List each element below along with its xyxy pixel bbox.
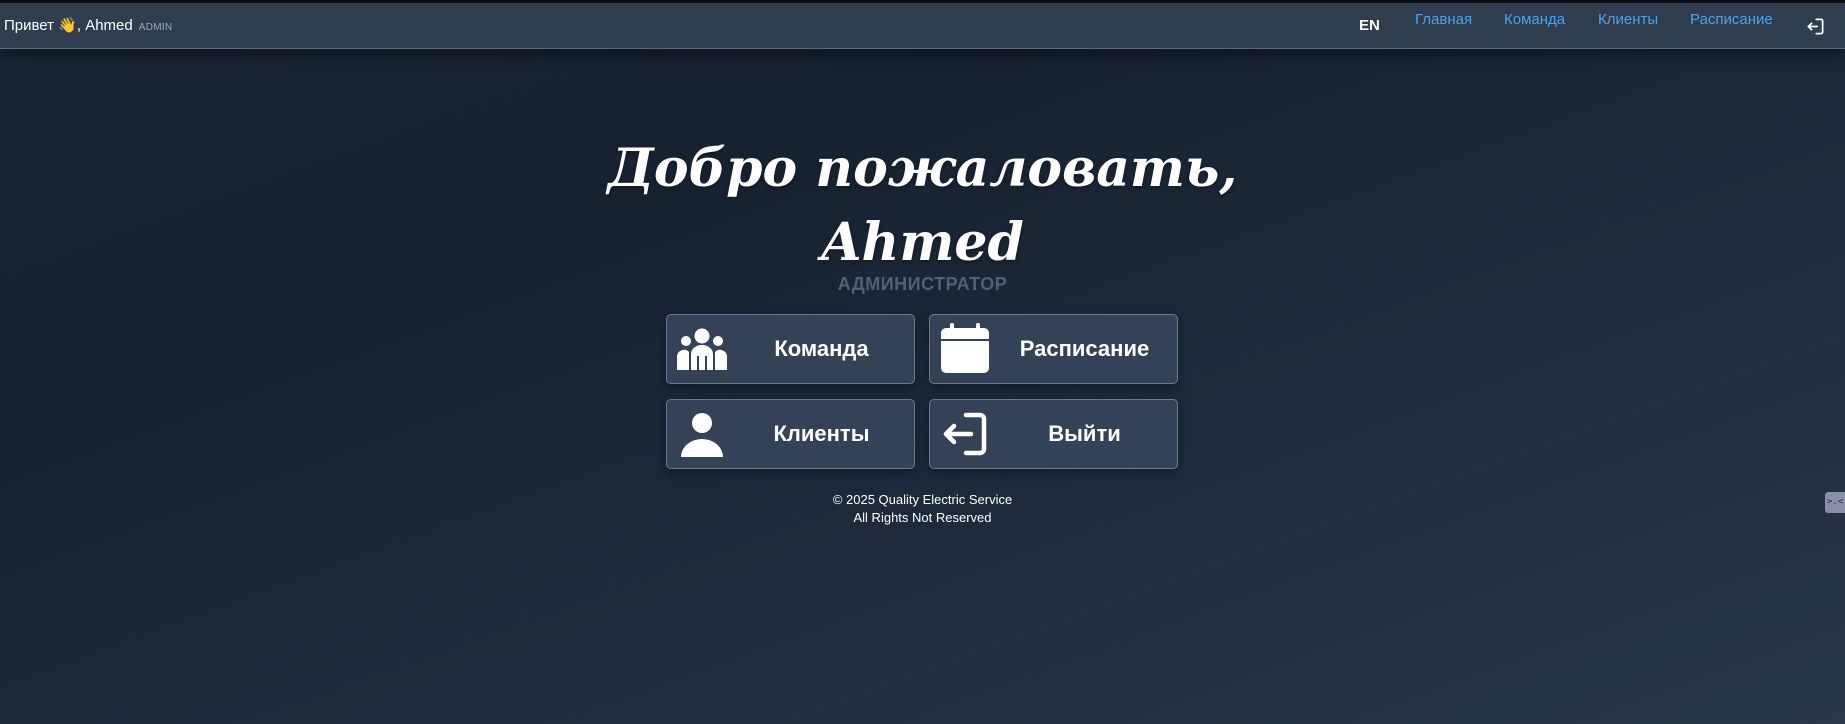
nav-link-team[interactable]: Команда	[1504, 11, 1565, 28]
footer-rights: All Rights Not Reserved	[853, 510, 992, 525]
welcome-line-1: Добро пожаловать,	[607, 138, 1238, 199]
team-card-label: Команда	[774, 336, 869, 361]
schedule-card-button[interactable]: Расписание	[929, 314, 1178, 384]
welcome-heading: Добро пожаловать, Ahmed	[0, 132, 1845, 280]
greeting-text: Привет 👋, Ahmed	[4, 17, 133, 34]
clients-card-label: Клиенты	[773, 421, 870, 446]
navbar: Привет 👋, Ahmed ADMIN EN Главная Команда …	[0, 3, 1845, 49]
clients-card-button[interactable]: Клиенты	[666, 399, 915, 469]
nav-link-schedule[interactable]: Расписание	[1690, 11, 1773, 28]
team-card-button[interactable]: Команда	[666, 314, 915, 384]
footer: © 2025 Quality Electric Service All Righ…	[0, 491, 1845, 527]
logout-card-button[interactable]: Выйти	[929, 399, 1178, 469]
logout-icon	[938, 407, 992, 461]
role-badge: ADMIN	[138, 22, 173, 33]
user-greeting: Привет 👋, Ahmed ADMIN	[4, 16, 172, 34]
footer-copyright: © 2025 Quality Electric Service	[832, 492, 1013, 507]
nav-link-home[interactable]: Главная	[1415, 11, 1472, 28]
team-icon	[675, 322, 729, 376]
user-icon	[675, 407, 729, 461]
logout-card-label: Выйти	[1048, 421, 1121, 446]
role-subtitle: АДМИНИСТРАТОР	[837, 274, 1008, 294]
language-switch[interactable]: EN	[1359, 17, 1380, 34]
schedule-card-label: Расписание	[1019, 336, 1150, 361]
side-tab-widget[interactable]: >.<	[1825, 492, 1845, 513]
nav-link-clients[interactable]: Клиенты	[1598, 11, 1658, 28]
welcome-user-name: Ahmed	[821, 212, 1024, 273]
calendar-icon	[938, 322, 992, 376]
logout-icon[interactable]	[1806, 17, 1825, 36]
